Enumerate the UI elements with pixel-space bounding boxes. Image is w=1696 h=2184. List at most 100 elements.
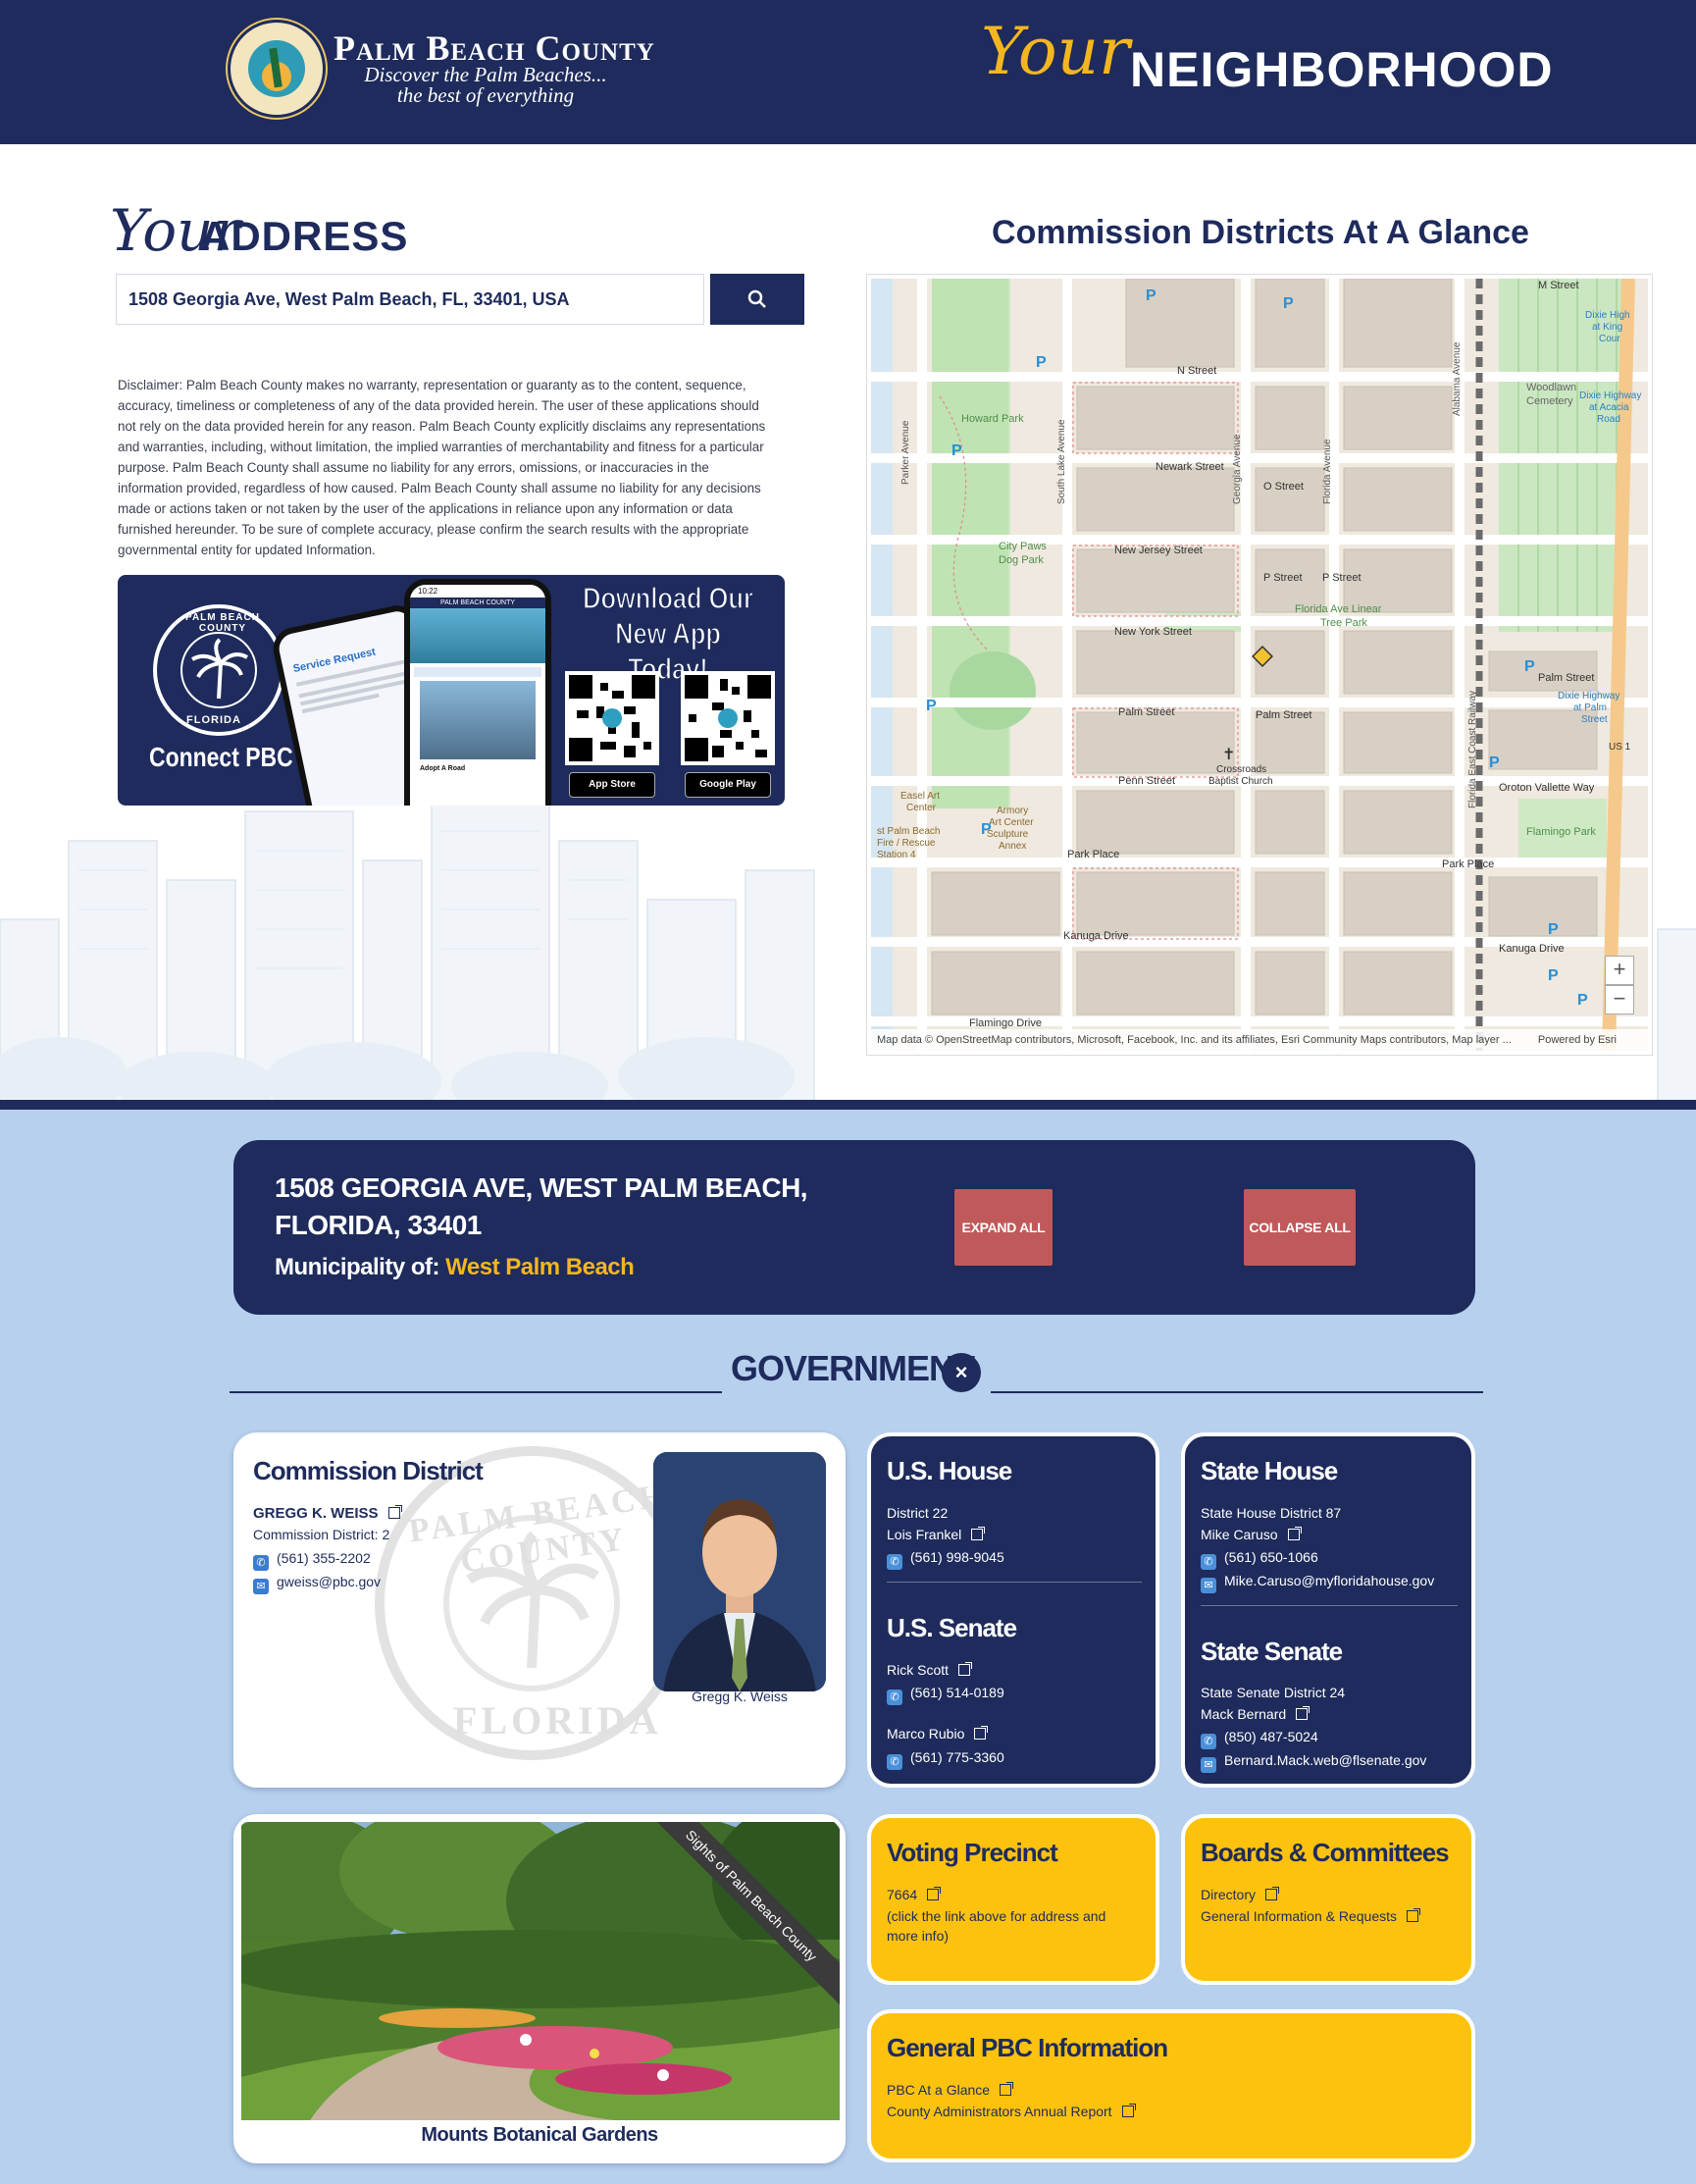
app-download-banner[interactable]: PALM BEACH COUNTY FLORIDA Connect PBC Se… (118, 575, 785, 806)
powered-by-esri-link[interactable]: Powered by Esri (1538, 1029, 1617, 1051)
svg-text:Station 4: Station 4 (877, 850, 916, 860)
svg-text:at King: at King (1592, 322, 1622, 333)
us-house-rep-link[interactable]: Lois Frankel (887, 1527, 986, 1542)
svg-text:P: P (1489, 754, 1500, 771)
annual-report-link[interactable]: County Administrators Annual Report (887, 2104, 1136, 2119)
site-header: Palm Beach County Discover the Palm Beac… (0, 0, 1696, 144)
qr-code-app-store[interactable] (565, 671, 659, 765)
map-label-georgia-avenue: Georgia Avenue (1232, 434, 1243, 504)
address-section: Your ADDRESS Disclaimer: Palm Beach Coun… (0, 144, 1696, 1100)
map-label-howard-park: Howard Park (961, 413, 1024, 425)
state-house-title: State House (1201, 1456, 1338, 1485)
map-label-palm-street: Palm Street (1118, 706, 1174, 718)
phone-icon: ✆ (1201, 1734, 1216, 1749)
connect-pbc-label: Connect PBC (149, 742, 293, 772)
external-link-icon (958, 1662, 973, 1676)
map-label-dixie-king: Dixie High (1585, 310, 1630, 321)
county-seal-logo[interactable] (228, 20, 326, 118)
zoom-out-button[interactable]: − (1605, 985, 1634, 1014)
us-senator-1-phone[interactable]: ✆ (561) 514-0189 (887, 1685, 1004, 1705)
voting-precinct-link[interactable]: 7664 (887, 1887, 942, 1902)
state-house-rep-link[interactable]: Mike Caruso (1201, 1527, 1302, 1542)
map-label-newark: Newark Street (1156, 461, 1224, 473)
result-address: 1508 GEORGIA AVE, WEST PALM BEACH, FLORI… (275, 1172, 808, 1240)
map-label-new-york: New York Street (1114, 626, 1192, 638)
state-house-district: State House District 87 (1201, 1505, 1342, 1521)
map-label-easel-art: Easel Art (900, 791, 940, 802)
pbc-at-a-glance-link[interactable]: PBC At a Glance (887, 2082, 1014, 2098)
map-label-city-paws: City Paws (999, 541, 1047, 552)
government-heading: GOVERNMENT (731, 1348, 975, 1388)
state-house-email[interactable]: ✉ Mike.Caruso@myfloridahouse.gov (1201, 1573, 1434, 1593)
state-house-phone[interactable]: ✆ (561) 650-1066 (1201, 1549, 1318, 1570)
svg-text:Street: Street (1581, 714, 1608, 725)
address-search-input[interactable] (116, 274, 704, 325)
map-label-alabama-avenue: Alabama Avenue (1452, 341, 1463, 416)
state-senate-email[interactable]: ✉ Bernard.Mack.web@flsenate.gov (1201, 1752, 1426, 1773)
map-label-n-street: N Street (1177, 365, 1216, 377)
map-label-woodlawn: Woodlawn (1526, 382, 1576, 393)
svg-text:P: P (951, 442, 962, 459)
map-label-oroton-vallette: Oroton Vallette Way (1499, 782, 1595, 794)
svg-text:P: P (981, 821, 992, 838)
map-attribution: Map data © OpenStreetMap contributors, M… (871, 1029, 1648, 1051)
address-result-card: 1508 GEORGIA AVE, WEST PALM BEACH, FLORI… (233, 1140, 1475, 1315)
map-label-fec-railway: Florida East Coast Railway (1467, 691, 1478, 808)
us-congress-card: U.S. House District 22 Lois Frankel ✆ (56… (867, 1432, 1159, 1788)
state-senator-link[interactable]: Mack Bernard (1201, 1706, 1311, 1722)
expand-all-button[interactable]: EXPAND ALL (954, 1189, 1053, 1266)
svg-text:Center: Center (906, 803, 937, 813)
card-divider (1201, 1605, 1458, 1606)
app-store-button[interactable]: App Store (569, 772, 655, 798)
map-canvas[interactable]: M Street N Street O Street Newark Street… (871, 279, 1648, 1051)
state-senate-title: State Senate (1201, 1637, 1343, 1666)
map-label-m-street: M Street (1538, 280, 1579, 291)
commissioner-name-link[interactable]: GREGG K. WEISS (253, 1505, 402, 1522)
qr-code-google-play[interactable] (681, 671, 775, 765)
svg-text:P: P (1548, 921, 1559, 938)
google-play-button[interactable]: Google Play (685, 772, 771, 798)
search-button[interactable] (710, 274, 804, 325)
commission-district-map[interactable]: M Street N Street O Street Newark Street… (867, 275, 1652, 1055)
collapse-government-button[interactable]: × (942, 1353, 981, 1392)
commission-phone[interactable]: ✆ (561) 355-2202 (253, 1550, 371, 1571)
map-label-dixie-palm: Dixie Highway (1558, 691, 1619, 702)
svg-text:P: P (1548, 967, 1559, 984)
boards-general-info-link[interactable]: General Information & Requests (1201, 1908, 1420, 1924)
us-senator-2-link[interactable]: Marco Rubio (887, 1726, 989, 1742)
state-senate-phone[interactable]: ✆ (850) 487-5024 (1201, 1729, 1318, 1749)
svg-text:Cemetery: Cemetery (1526, 395, 1573, 407)
email-icon: ✉ (1201, 1578, 1216, 1593)
svg-text:✝: ✝ (1222, 747, 1235, 763)
collapse-all-button[interactable]: COLLAPSE ALL (1244, 1189, 1356, 1266)
connect-pbc-seal-logo: PALM BEACH COUNTY FLORIDA (153, 604, 284, 736)
commissioner-photo-caption: Gregg K. Weiss (692, 1689, 788, 1704)
map-title: Commission Districts At A Glance (992, 214, 1529, 251)
disclaimer-text: Disclaimer: Palm Beach County makes no w… (118, 378, 766, 557)
svg-text:P: P (926, 698, 937, 714)
svg-text:Road: Road (1597, 414, 1620, 425)
card-divider (887, 1582, 1142, 1583)
svg-text:US 1: US 1 (1609, 742, 1631, 753)
us-house-phone[interactable]: ✆ (561) 998-9045 (887, 1549, 1004, 1570)
phone-icon: ✆ (887, 1754, 902, 1770)
email-icon: ✉ (1201, 1757, 1216, 1773)
address-title: ADDRESS (200, 213, 409, 259)
map-label-park-place: Park Place (1067, 849, 1119, 860)
sights-photo-card: Sights of Palm Beach County Mounts Botan… (233, 1814, 846, 2163)
municipality: Municipality of: West Palm Beach (275, 1254, 635, 1280)
palm-tree-icon (191, 638, 248, 700)
map-label-fire-station: st Palm Beach (877, 826, 940, 837)
commission-email[interactable]: ✉ gweiss@pbc.gov (253, 1574, 381, 1594)
zoom-in-button[interactable]: + (1605, 956, 1634, 985)
us-senator-1-link[interactable]: Rick Scott (887, 1662, 973, 1678)
map-label-florida-avenue: Florida Avenue (1322, 439, 1333, 504)
us-senator-2-phone[interactable]: ✆ (561) 775-3360 (887, 1749, 1004, 1770)
external-link-icon (974, 1726, 989, 1740)
external-link-icon (387, 1505, 402, 1519)
map-label-o-street: O Street (1263, 481, 1304, 493)
state-senate-district: State Senate District 24 (1201, 1685, 1346, 1700)
boards-directory-link[interactable]: Directory (1201, 1887, 1280, 1902)
us-house-district: District 22 (887, 1505, 949, 1521)
svg-text:P: P (1036, 354, 1047, 371)
